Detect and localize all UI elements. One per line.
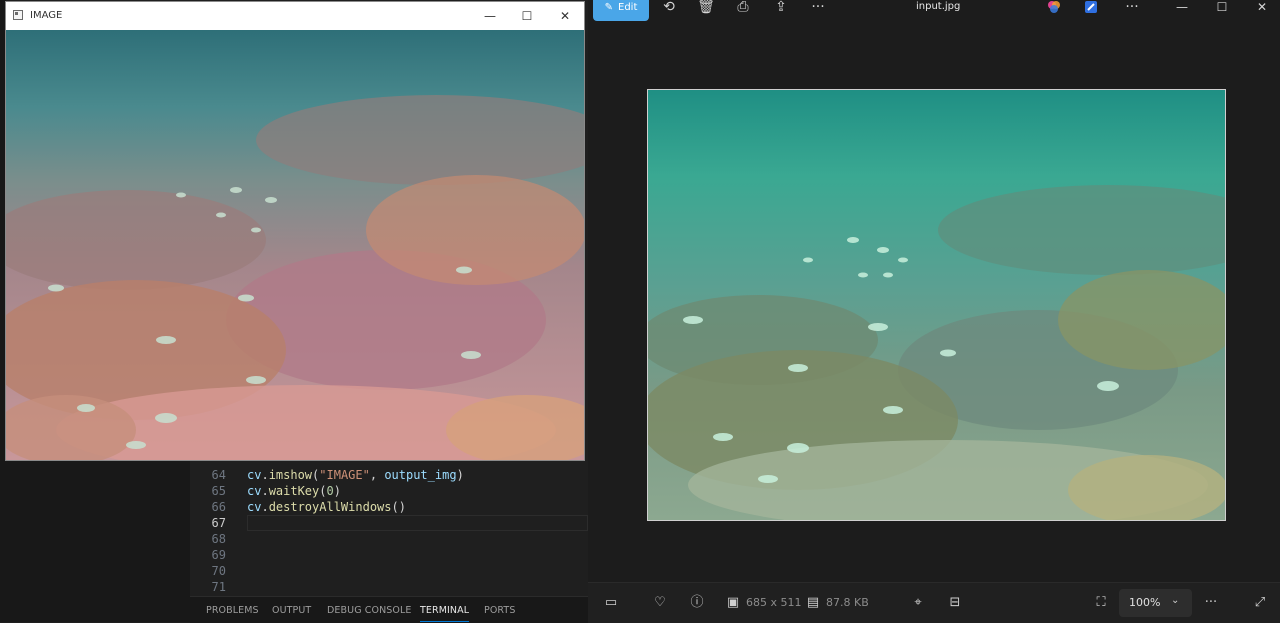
window-titlebar[interactable]: IMAGE — ☐ ✕ <box>6 2 584 30</box>
code-line[interactable]: 70 <box>190 563 588 579</box>
minimize-button[interactable]: — <box>471 2 509 30</box>
code-token: ) <box>456 468 464 482</box>
original-image <box>647 89 1226 521</box>
line-number: 66 <box>211 500 226 514</box>
image-dimensions: 685 x 511 <box>746 596 802 609</box>
line-number: 68 <box>211 532 226 546</box>
code-token: cv <box>247 500 262 514</box>
share-icon[interactable]: ⇪ <box>770 0 792 16</box>
rotate-icon[interactable]: ⟲ <box>658 0 680 16</box>
sidebar <box>0 460 190 622</box>
tab-debug-console[interactable]: DEBUG CONSOLE <box>327 605 412 616</box>
zoom-dropdown[interactable]: 100% ⌄ <box>1119 589 1192 617</box>
print-icon[interactable]: ⎙ <box>732 0 754 16</box>
code-token: . <box>261 500 269 514</box>
close-icon[interactable]: ✕ <box>1252 0 1272 14</box>
code-token: imshow <box>268 468 313 482</box>
window-title: IMAGE <box>30 10 63 21</box>
more-icon[interactable]: ··· <box>807 0 829 16</box>
edit-label: Edit <box>618 2 638 13</box>
code-token: ( <box>319 484 327 498</box>
tab-ports[interactable]: PORTS <box>484 605 515 616</box>
code-line[interactable]: 66 cv.destroyAllWindows() <box>190 499 588 515</box>
code-token: 0 <box>326 484 334 498</box>
code-token: cv <box>247 484 262 498</box>
code-token: cv <box>247 468 262 482</box>
tab-problems[interactable]: PROBLEMS <box>206 605 259 616</box>
processed-image <box>6 30 584 460</box>
code-line[interactable]: 65 cv.waitKey(0) <box>190 483 588 499</box>
scan-text-icon[interactable]: ⊟ <box>945 595 965 611</box>
file-name: input.jpg <box>916 1 961 12</box>
code-token: () <box>391 500 406 514</box>
fit-to-window-icon[interactable]: ⛶ <box>1091 595 1111 611</box>
code-text: cv.imshow("IMAGE", output_img) <box>247 467 464 483</box>
dimensions-icon: ▣ <box>726 595 740 610</box>
close-icon: ✕ <box>559 9 571 23</box>
file-size: 87.8 KB <box>826 596 869 609</box>
edit-icon: ✎ <box>604 2 613 13</box>
close-button[interactable]: ✕ <box>546 2 584 30</box>
photos-app: ✎ Edit ⟲ 🗑 ⎙ ⇪ ··· input.jpg ··· — ☐ ✕ ▭… <box>588 0 1280 623</box>
code-token: output_img <box>384 468 457 482</box>
edit-button[interactable]: ✎ Edit <box>593 0 649 21</box>
filmstrip-icon[interactable]: ▭ <box>601 595 621 611</box>
code-text: cv.waitKey(0) <box>247 483 341 499</box>
more-icon[interactable]: ··· <box>1201 595 1221 611</box>
more-options-icon[interactable]: ··· <box>1121 0 1143 16</box>
code-token: . <box>261 484 269 498</box>
app-icon <box>13 10 23 20</box>
delete-icon[interactable]: 🗑 <box>695 0 717 16</box>
code-text: cv.destroyAllWindows() <box>247 499 406 515</box>
minimize-icon[interactable]: — <box>1172 0 1192 14</box>
visual-search-icon[interactable]: ⌖ <box>908 595 928 611</box>
code-token: "IMAGE" <box>319 468 370 482</box>
line-number: 64 <box>211 468 226 482</box>
code-token: waitKey <box>268 484 320 498</box>
line-number: 69 <box>211 548 226 562</box>
copilot-icon[interactable] <box>1047 0 1069 16</box>
designer-icon[interactable] <box>1084 0 1106 16</box>
code-token: ) <box>333 484 341 498</box>
favorite-icon[interactable]: ♡ <box>650 595 670 611</box>
line-number: 71 <box>211 580 226 594</box>
code-line[interactable]: 71 <box>190 579 588 595</box>
code-line[interactable]: 68 <box>190 531 588 547</box>
line-number: 65 <box>211 484 226 498</box>
line-number: 70 <box>211 564 226 578</box>
file-size-icon: ▤ <box>806 595 820 610</box>
tab-output[interactable]: OUTPUT <box>272 605 311 616</box>
code-line[interactable]: 69 <box>190 547 588 563</box>
chevron-down-icon: ⌄ <box>1171 595 1180 606</box>
code-token: destroyAllWindows <box>268 500 392 514</box>
code-line[interactable]: 64 cv.imshow("IMAGE", output_img) <box>190 467 588 483</box>
tab-terminal[interactable]: TERMINAL <box>420 605 470 622</box>
opencv-image-window[interactable]: IMAGE — ☐ ✕ <box>5 1 585 461</box>
code-token: , <box>369 468 385 482</box>
maximize-button[interactable]: ☐ <box>508 2 546 30</box>
maximize-icon[interactable]: ☐ <box>1212 0 1232 14</box>
photos-toolbar: ✎ Edit ⟲ 🗑 ⎙ ⇪ ··· input.jpg ··· — ☐ ✕ <box>588 0 1280 22</box>
current-line-highlight <box>247 515 588 531</box>
line-number: 67 <box>211 516 226 530</box>
zoom-level: 100% <box>1129 596 1161 609</box>
code-token: . <box>261 468 269 482</box>
maximize-icon: ☐ <box>521 9 533 23</box>
fullscreen-icon[interactable]: ⤢ <box>1250 595 1270 611</box>
info-icon[interactable]: ⓘ <box>687 595 707 611</box>
minimize-icon: — <box>484 9 496 23</box>
panel-tabs: PROBLEMS OUTPUT DEBUG CONSOLE TERMINAL P… <box>190 596 588 623</box>
photos-statusbar: ▭ ♡ ⓘ ▣ 685 x 511 ▤ 87.8 KB ⌖ ⊟ ⛶ 100% ⌄… <box>588 582 1280 623</box>
